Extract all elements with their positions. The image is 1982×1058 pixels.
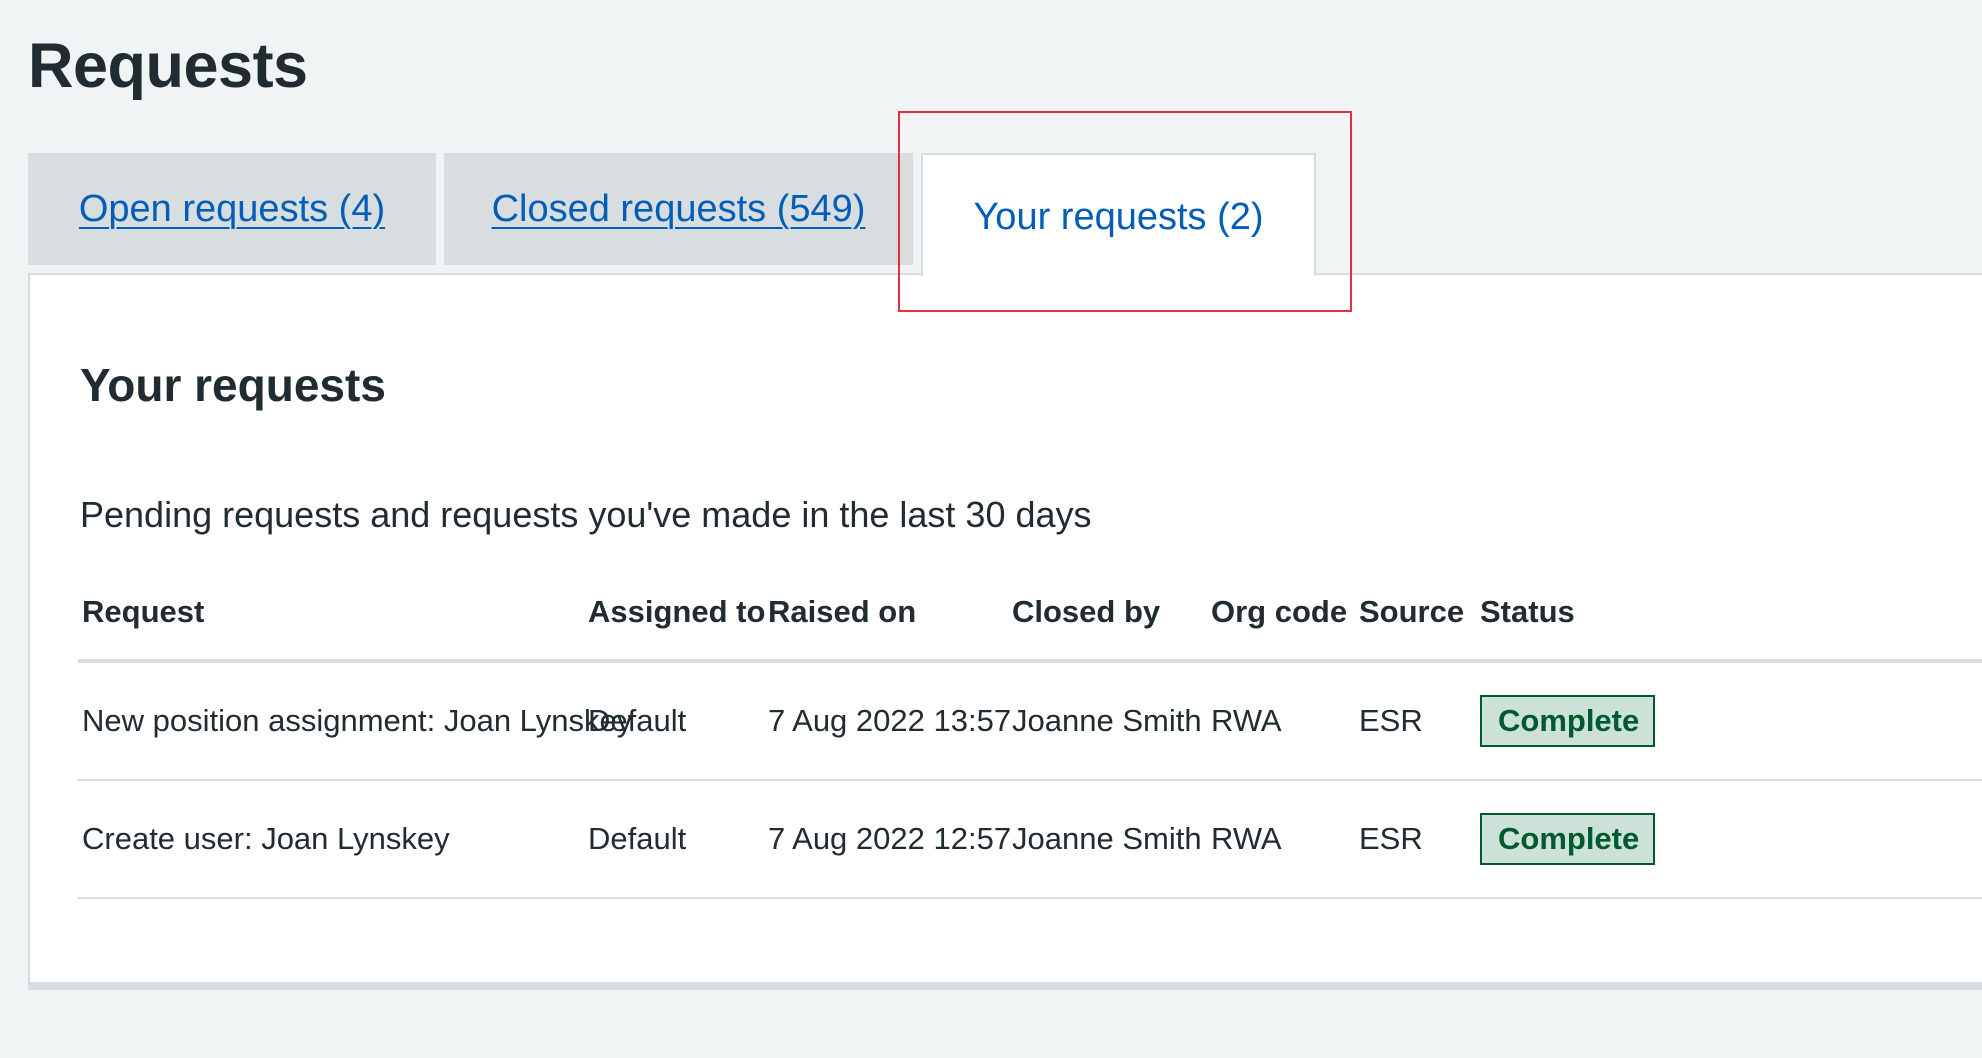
column-header-closed-by: Closed by — [1008, 565, 1207, 663]
panel-description: Pending requests and requests you've mad… — [80, 494, 1092, 535]
status-badge: Complete — [1480, 813, 1656, 865]
your-requests-panel: Your requests Pending requests and reque… — [28, 273, 1982, 990]
column-header-assigned-to: Assigned to — [584, 565, 765, 663]
table-row[interactable]: New position assignment: Joan Lynskey De… — [78, 661, 1982, 781]
cell-assigned-to: Default — [584, 661, 764, 781]
tab-your-requests[interactable]: Your requests (2) — [921, 153, 1316, 276]
table-row[interactable]: Create user: Joan Lynskey Default 7 Aug … — [78, 780, 1982, 899]
tab-closed-requests-label[interactable]: Closed requests (549) — [492, 188, 866, 231]
cell-closed-by: Joanne Smith — [1008, 661, 1207, 781]
column-header-source: Source — [1355, 565, 1476, 663]
tab-your-requests-label[interactable]: Your requests (2) — [973, 196, 1263, 239]
cell-org-code: RWA — [1207, 661, 1355, 781]
cell-raised-on: 7 Aug 2022 12:57 — [764, 780, 1011, 899]
table-header-row: Request Assigned to Raised on Closed by … — [78, 565, 1982, 663]
cell-source: ESR — [1355, 661, 1476, 781]
tab-closed-requests[interactable]: Closed requests (549) — [444, 153, 913, 265]
cell-closed-by: Joanne Smith — [1008, 780, 1207, 899]
cell-assigned-to: Default — [584, 780, 764, 899]
cell-request: New position assignment: Joan Lynskey — [78, 661, 632, 781]
cell-source: ESR — [1355, 780, 1476, 899]
tab-open-requests[interactable]: Open requests (4) — [28, 153, 436, 265]
cell-raised-on: 7 Aug 2022 13:57 — [764, 661, 1011, 781]
column-header-raised-on: Raised on — [764, 565, 1008, 663]
page-title: Requests — [28, 31, 308, 101]
cell-status: Complete — [1476, 661, 1982, 781]
requests-table: Request Assigned to Raised on Closed by … — [78, 565, 1982, 899]
panel-title: Your requests — [80, 359, 386, 411]
column-header-status: Status — [1476, 565, 1982, 663]
column-header-request: Request — [78, 565, 584, 663]
tab-open-requests-label[interactable]: Open requests (4) — [79, 188, 385, 231]
cell-request: Create user: Joan Lynskey — [78, 780, 584, 899]
column-header-org-code: Org code — [1207, 565, 1355, 663]
cell-org-code: RWA — [1207, 780, 1355, 899]
status-badge: Complete — [1480, 695, 1656, 747]
cell-status: Complete — [1476, 780, 1982, 899]
